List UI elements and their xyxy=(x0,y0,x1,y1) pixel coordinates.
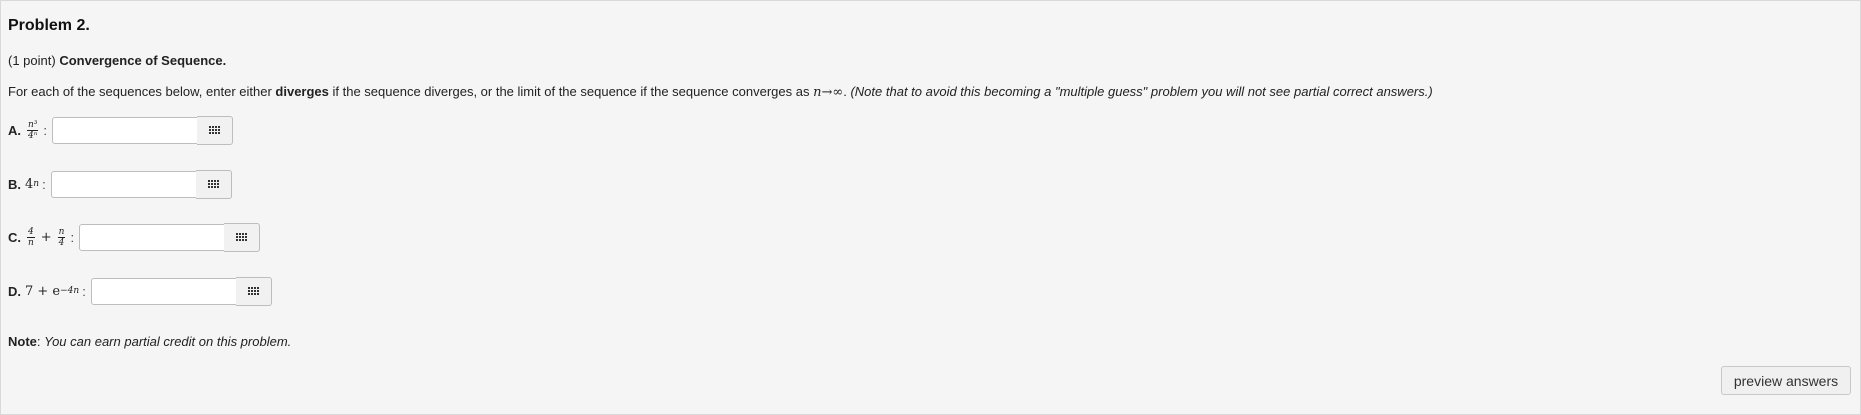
math-arrow: → xyxy=(821,85,833,100)
grid-icon xyxy=(209,126,221,134)
fraction-c1-numerator: 4 xyxy=(27,226,35,238)
fraction-a: n³ 4ⁿ xyxy=(27,119,39,141)
answer-row-d: D. 7 + e −4n : xyxy=(8,275,272,307)
fraction-a-numerator: n³ xyxy=(27,119,39,131)
fraction-c2-denominator: 4 xyxy=(58,237,65,248)
instructions-text-2: if the sequence diverges, or the limit o… xyxy=(332,84,810,99)
answer-row-c: C. 4 n + n 4 : xyxy=(8,221,261,253)
expression-b: 4n xyxy=(25,177,39,192)
row-label-c: C. xyxy=(8,229,21,245)
note-label: Note xyxy=(8,334,37,349)
expression-c: 4 n + n 4 xyxy=(25,227,67,248)
problem-instructions: For each of the sequences below, enter e… xyxy=(8,84,1433,100)
fraction-c2-numerator: n xyxy=(57,226,66,238)
answer-input-b[interactable] xyxy=(50,170,197,198)
grid-icon xyxy=(236,233,248,241)
instructions-text-1: For each of the sequences below, enter e… xyxy=(8,84,272,99)
row-colon-d: : xyxy=(82,283,86,299)
note-text: You can earn partial credit on this prob… xyxy=(44,334,292,349)
instructions-note: (Note that to avoid this becoming a "mul… xyxy=(850,84,1433,99)
math-infinity: ∞ xyxy=(832,85,844,100)
expression-b-base: 4 xyxy=(25,176,34,192)
answer-input-d[interactable] xyxy=(90,277,237,305)
partial-credit-note: Note: You can earn partial credit on thi… xyxy=(8,334,292,349)
row-label-a: A. xyxy=(8,122,21,138)
fraction-a-denominator: 4ⁿ xyxy=(28,130,38,141)
expression-d-lead: 7 + e xyxy=(25,283,61,299)
row-label-d: D. xyxy=(8,283,21,299)
row-label-b: B. xyxy=(8,176,21,192)
problem-title: Problem 2. xyxy=(8,17,90,34)
plus-sign: + xyxy=(40,229,52,245)
expression-d: 7 + e −4n xyxy=(25,284,79,299)
row-colon-b: : xyxy=(42,176,46,192)
problem-heading: Convergence of Sequence. xyxy=(59,53,227,68)
expression-a: n³ 4ⁿ xyxy=(25,120,40,141)
equation-palette-button-d[interactable] xyxy=(235,276,272,306)
expression-d-exponent: −4n xyxy=(60,286,80,296)
answer-input-a[interactable] xyxy=(52,116,199,144)
answer-input-c[interactable] xyxy=(79,223,226,251)
grid-icon xyxy=(207,180,219,188)
equation-palette-button-a[interactable] xyxy=(197,115,234,145)
problem-panel: Problem 2. (1 point) Convergence of Sequ… xyxy=(0,0,1861,415)
expression-b-exponent: n xyxy=(33,179,40,189)
answer-row-b: B. 4n : xyxy=(8,168,232,200)
preview-answers-button[interactable]: preview answers xyxy=(1721,366,1851,395)
fraction-c2: n 4 xyxy=(57,226,66,248)
row-colon-a: : xyxy=(43,122,48,138)
fraction-c1: 4 n xyxy=(27,227,35,248)
row-colon-c: : xyxy=(70,229,75,245)
problem-header: (1 point) Convergence of Sequence. xyxy=(8,53,226,68)
equation-palette-button-c[interactable] xyxy=(224,222,261,252)
instructions-keyword: diverges xyxy=(275,84,329,99)
grid-icon xyxy=(247,287,259,295)
problem-points: (1 point) xyxy=(8,53,56,68)
answer-row-a: A. n³ 4ⁿ : xyxy=(8,114,234,146)
fraction-c1-denominator: n xyxy=(27,237,34,248)
equation-palette-button-b[interactable] xyxy=(195,169,232,199)
